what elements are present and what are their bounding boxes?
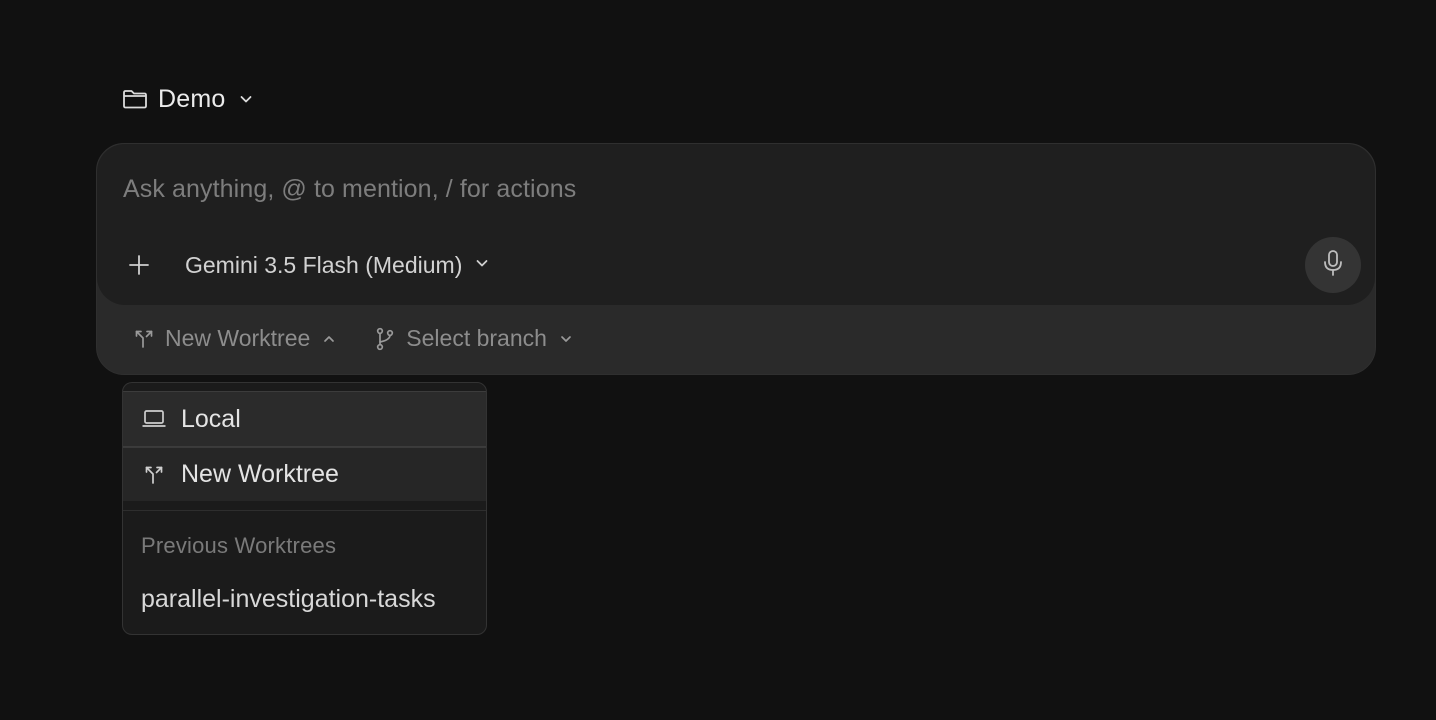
project-name: Demo xyxy=(158,84,226,113)
worktree-icon xyxy=(141,463,167,487)
worktree-menu: Local New Worktree Previous Worktrees pa… xyxy=(122,382,487,635)
menu-divider xyxy=(123,510,486,511)
previous-worktree-item[interactable]: parallel-investigation-tasks xyxy=(141,585,436,614)
menu-item-label: New Worktree xyxy=(181,460,339,488)
menu-item-label: Local xyxy=(181,404,241,433)
worktree-selector[interactable]: New Worktree xyxy=(133,325,336,352)
model-label: Gemini 3.5 Flash (Medium) xyxy=(185,252,463,278)
chevron-down-icon xyxy=(238,91,254,107)
microphone-icon xyxy=(1322,249,1344,282)
previous-worktrees-heading: Previous Worktrees xyxy=(141,533,337,558)
composer-card: Ask anything, @ to mention, / for action… xyxy=(96,143,1376,375)
prompt-input[interactable]: Ask anything, @ to mention, / for action… xyxy=(123,175,576,204)
add-attachment-button[interactable] xyxy=(123,251,155,283)
branch-selector[interactable]: Select branch xyxy=(374,325,573,352)
laptop-icon xyxy=(141,407,167,431)
project-selector[interactable]: Demo xyxy=(122,84,254,114)
microphone-button[interactable] xyxy=(1305,237,1361,293)
plus-icon xyxy=(128,254,150,281)
branch-label: Select branch xyxy=(406,325,547,351)
app-root: Demo Ask anything, @ to mention, / for a… xyxy=(0,0,1436,720)
workspace-bar: New Worktree Select branch xyxy=(133,325,573,352)
chevron-up-icon xyxy=(322,332,336,346)
folder-icon xyxy=(122,88,148,110)
menu-item-new-worktree[interactable]: New Worktree xyxy=(123,447,486,501)
worktree-icon xyxy=(133,328,155,350)
worktree-label: New Worktree xyxy=(165,325,311,351)
chevron-down-icon xyxy=(474,255,490,276)
git-branch-icon xyxy=(374,327,396,350)
composer-input-area[interactable]: Ask anything, @ to mention, / for action… xyxy=(97,144,1375,305)
model-selector[interactable]: Gemini 3.5 Flash (Medium) xyxy=(185,252,490,279)
menu-item-local[interactable]: Local xyxy=(123,391,486,447)
chevron-down-icon xyxy=(559,332,573,346)
